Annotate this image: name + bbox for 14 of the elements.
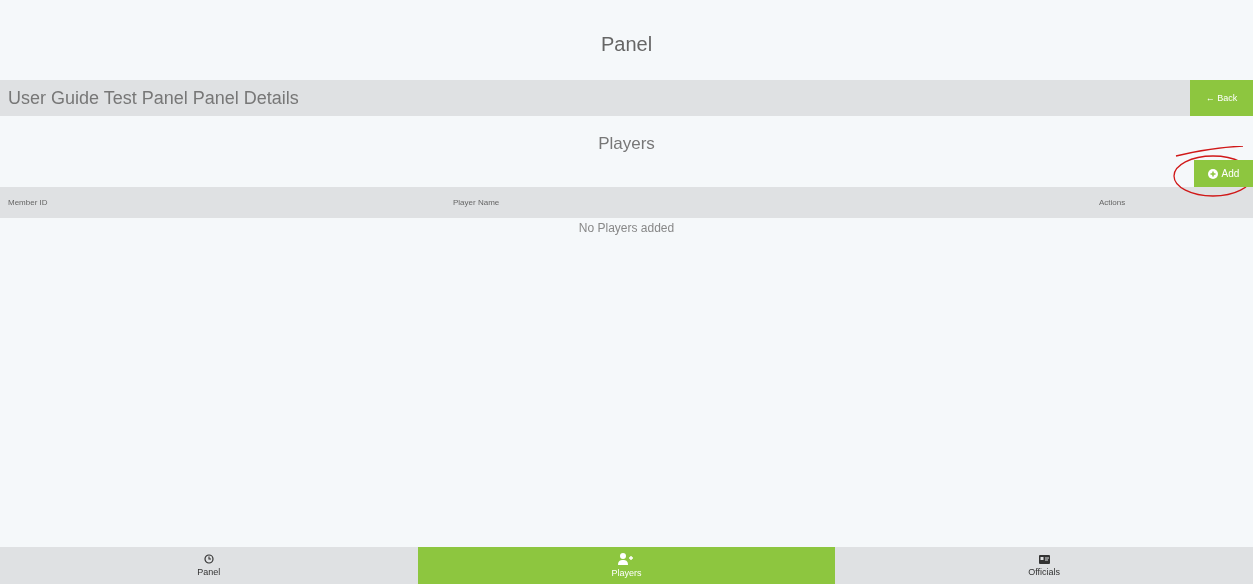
- nav-tab[interactable]: Players: [417, 547, 836, 584]
- id-card-icon: [1038, 554, 1050, 564]
- user-plus-icon: [618, 553, 635, 565]
- plus-circle-icon: [1207, 168, 1218, 179]
- column-header: Player Name: [453, 198, 501, 207]
- section-title: Players: [597, 134, 656, 154]
- column-header: Actions: [1099, 198, 1127, 207]
- back-button[interactable]: ← Back: [1190, 80, 1253, 116]
- page-title: Panel: [600, 32, 653, 56]
- panel-title: User Guide Test Panel Panel Details: [7, 87, 299, 109]
- column-header: Member ID: [7, 198, 49, 207]
- empty-message: No Players added: [577, 221, 676, 235]
- add-button[interactable]: Add: [1194, 160, 1253, 187]
- clock-icon: [203, 554, 214, 564]
